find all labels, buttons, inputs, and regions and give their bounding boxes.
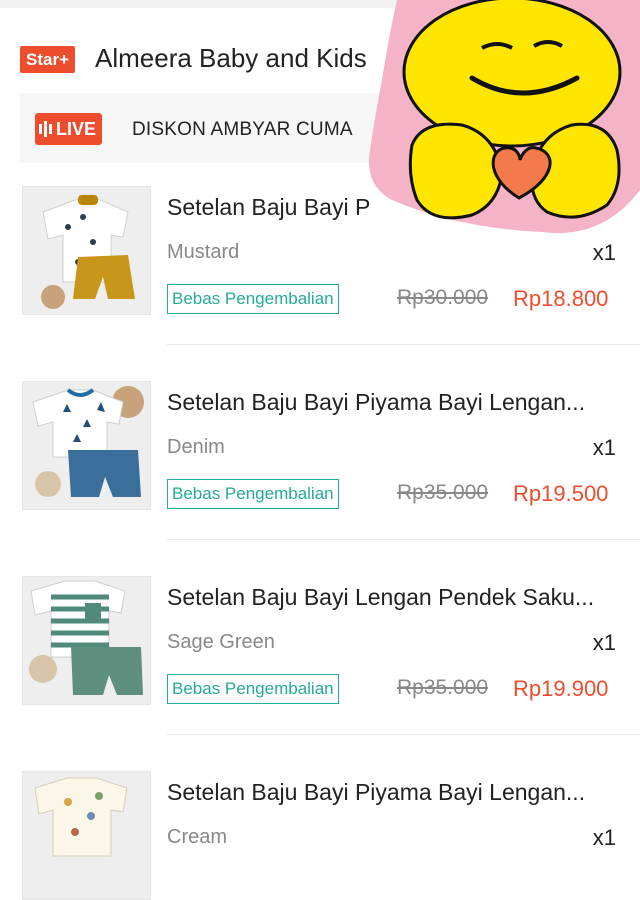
product-title[interactable]: Setelan Baju Bayi Piyama Bayi Lengan...: [167, 389, 585, 416]
product-variant: Sage Green: [167, 631, 275, 653]
live-badge-label: LIVE: [56, 119, 97, 139]
original-price: Rp35.000: [397, 676, 489, 699]
order-item[interactable]: Setelan Baju Bayi Piyama Bayi Lengan... …: [0, 381, 640, 571]
item-divider: [167, 734, 640, 735]
product-quantity: x1: [592, 630, 616, 655]
product-title[interactable]: Setelan Baju Bayi Lengan Pendek Saku...: [167, 584, 594, 611]
live-icon: [39, 121, 52, 137]
product-quantity: x1: [592, 240, 616, 265]
item-divider: [167, 539, 640, 540]
order-item[interactable]: Setelan Baju Bayi Lengan Pendek Saku... …: [0, 576, 640, 766]
discount-price: Rp18.800: [513, 286, 609, 311]
heart-hands-sticker: [362, 0, 640, 240]
discount-price: Rp19.900: [513, 676, 609, 701]
live-text: DISKON AMBYAR CUMA: [132, 119, 353, 140]
free-return-tag: Bebas Pengembalian: [167, 674, 339, 704]
product-quantity: x1: [592, 435, 616, 460]
product-variant: Mustard: [167, 241, 240, 263]
discount-price: Rp19.500: [513, 481, 609, 506]
product-title[interactable]: Setelan Baju Bayi P: [167, 194, 370, 221]
original-price: Rp30.000: [397, 286, 489, 309]
product-variant: Cream: [167, 826, 228, 848]
shop-name[interactable]: Almeera Baby and Kids: [95, 43, 367, 74]
free-return-tag: Bebas Pengembalian: [167, 479, 339, 509]
product-variant: Denim: [167, 436, 225, 458]
item-divider: [167, 344, 640, 345]
free-return-tag: Bebas Pengembalian: [167, 284, 339, 314]
live-badge: LIVE: [35, 113, 103, 145]
product-thumbnail[interactable]: [22, 576, 151, 705]
original-price: Rp35.000: [397, 481, 489, 504]
product-quantity: x1: [592, 825, 616, 850]
order-item[interactable]: Setelan Baju Bayi Piyama Bayi Lengan... …: [0, 771, 640, 900]
product-thumbnail[interactable]: [22, 381, 151, 510]
product-thumbnail[interactable]: [22, 771, 151, 900]
product-thumbnail[interactable]: [22, 186, 151, 315]
product-title[interactable]: Setelan Baju Bayi Piyama Bayi Lengan...: [167, 779, 585, 806]
star-plus-badge: Star+: [20, 46, 75, 73]
